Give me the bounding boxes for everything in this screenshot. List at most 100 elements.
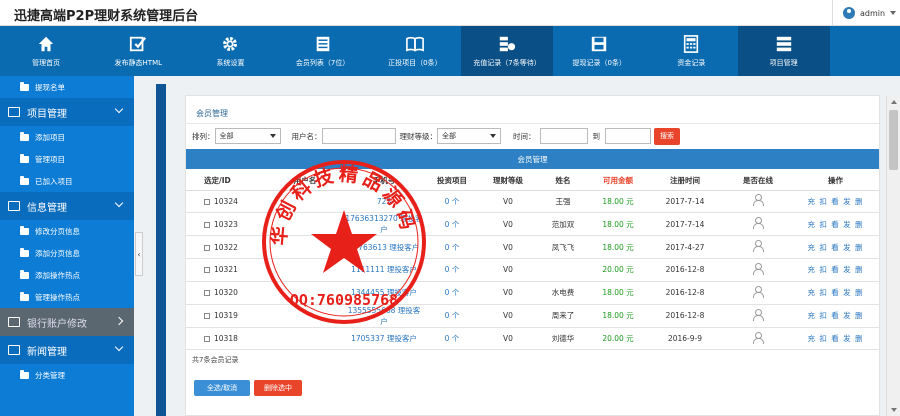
sort-select[interactable]: 全部 [214,128,281,144]
delete-selected-button[interactable]: 删除选中 [254,380,302,396]
cell-phone[interactable]: 1344455 理投客户 [344,281,424,305]
sidebar-group-label: 项目管理 [27,108,67,120]
sidebar-item-withdraw-list[interactable]: 提现名单 [0,76,134,98]
level-select[interactable]: 全部 [437,128,501,144]
sidebar-group-news[interactable]: 新闻管理 [0,336,134,364]
cell-phone[interactable]: 1355555668 理投客户 [344,304,424,328]
sidebar-item-joined-project[interactable]: 已加入项目 [0,170,134,192]
chevron-down-icon [490,134,496,138]
cell-phone[interactable]: 723 [344,190,424,214]
cell-online [724,327,792,351]
page-scrollbar[interactable] [886,96,900,416]
offline-user-icon [753,240,764,253]
scroll-thumb[interactable] [889,110,898,170]
nav-withdraw[interactable]: 提现记录（0条） [553,26,645,76]
folder-icon [20,247,29,257]
sidebar-item-add-page[interactable]: 添加分页信息 [0,242,134,264]
cell-invest[interactable]: 0 个 [424,281,480,305]
sidebar-item-add-hotspot[interactable]: 添加操作热点 [0,264,134,286]
cell-actions[interactable]: 充 扣 看 发 删 [792,258,879,282]
nav-projects[interactable]: 正投项目（0条） [369,26,461,76]
cell-actions[interactable]: 充 扣 看 发 删 [792,235,879,260]
sidebar-item-add-project[interactable]: 添加项目 [0,126,134,148]
member-id: 10323 [214,219,238,229]
cell-invest[interactable]: 0 个 [424,212,480,237]
sidebar-item-label: 管理项目 [35,154,65,164]
offline-user-icon [753,194,764,207]
sidebar-collapse-toggle[interactable]: ‹ [135,232,143,276]
cell-balance: 20.00 元 [590,258,646,282]
nav-label: 资金记录 [677,58,706,67]
cell-balance: 18.00 元 [590,190,646,214]
search-button[interactable]: 搜索 [654,127,680,145]
cell-invest[interactable]: 0 个 [424,304,480,328]
cell-invest[interactable]: 0 个 [424,327,480,351]
cell-balance: 18.00 元 [590,212,646,237]
table-title-bar: 会员管理 [186,149,879,169]
nav-funds[interactable]: 资金记录 [645,26,737,76]
cell-invest[interactable]: 0 个 [424,258,480,282]
member-id: 10321 [214,265,238,275]
cell-actions[interactable]: 充 扣 看 发 删 [792,281,879,305]
nav-home[interactable]: 管理首页 [0,26,92,76]
member-table: 选定/ID 用户名 手机号 投资项目 理财等级 姓名 可用金额 注册时间 是否在… [186,172,879,351]
nav-publish-html[interactable]: 发布静态HTML [92,26,184,76]
nav-recharge[interactable]: 充值记录（7条等待） [460,26,554,76]
main-nav: 管理首页 发布静态HTML 系统设置 会员列表（7位） 正投项目（0条） 充值记… [0,26,900,76]
cell-actions[interactable]: 充 扣 看 发 删 [792,327,879,351]
sidebar-group-info[interactable]: 信息管理 [0,192,134,220]
row-checkbox[interactable] [204,267,210,274]
chevron-down-icon [269,134,276,138]
row-checkbox[interactable] [204,313,210,320]
start-date-input[interactable] [539,128,588,144]
user-menu[interactable]: admin [832,0,900,26]
folder-icon [20,81,29,91]
sidebar-item-manage-hotspot[interactable]: 管理操作热点 [0,286,134,308]
cell-phone[interactable]: 1705337 理投客户 [344,327,424,351]
row-checkbox[interactable] [204,290,210,297]
cell-actions[interactable]: 充 扣 看 发 删 [792,304,879,328]
end-date-input[interactable] [605,128,651,144]
nav-settings[interactable]: 系统设置 [184,26,276,76]
row-checkbox[interactable] [204,221,210,228]
cell-id: 10319 [186,304,266,328]
sidebar-item-label: 添加项目 [35,132,65,142]
scroll-down-icon[interactable] [891,408,897,412]
cell-invest[interactable]: 0 个 [424,235,480,260]
chevron-down-icon [890,11,897,15]
cell-phone[interactable]: 17636313270 理投客户 [344,212,424,237]
sidebar-group-projects[interactable]: 项目管理 [0,98,134,126]
cell-register-time: 2016-12-8 [646,258,724,282]
scroll-up-icon[interactable] [891,100,897,104]
record-summary: 共7条会员记录 [192,356,239,364]
cell-register-time: 2016-12-8 [646,281,724,305]
row-checkbox[interactable] [204,198,210,205]
row-checkbox[interactable] [204,336,210,343]
divider [186,123,879,124]
app-title: 迅捷高端P2P理财系统管理后台 [14,9,199,24]
sidebar-group-bank[interactable]: 银行账户修改 [0,308,134,336]
member-id: 10324 [214,196,238,206]
cell-actions[interactable]: 充 扣 看 发 删 [792,212,879,237]
sidebar-item-category[interactable]: 分类管理 [0,364,134,386]
sidebar-item-edit-page[interactable]: 修改分页信息 [0,220,134,242]
cell-phone[interactable]: 1111111 理投客户 [344,258,424,282]
chevron-right-icon [114,316,124,326]
select-all-button[interactable]: 全选/取消 [194,380,250,396]
row-checkbox[interactable] [204,244,210,251]
nav-spacer [829,26,900,76]
sidebar-item-manage-project[interactable]: 管理项目 [0,148,134,170]
cell-username [266,190,344,214]
nav-label: 正投项目（0条） [388,58,442,67]
table-row: 10321 1111111 理投客户 0 个 V0 20.00 元 2016-12-8 充 … [186,258,879,282]
cell-actions[interactable]: 充 扣 看 发 删 [792,190,879,214]
monitor-icon [8,107,20,117]
username-input[interactable] [321,128,396,144]
chevron-down-icon [114,104,124,114]
cell-phone[interactable]: 17763613 理投客户 [344,235,424,260]
nav-project-management[interactable]: 项目管理 [737,26,830,76]
cell-invest[interactable]: 0 个 [424,190,480,214]
sidebar-group-label: 新闻管理 [27,346,67,358]
nav-member-list[interactable]: 会员列表（7位） [277,26,369,76]
col-select-id: 选定/ID [186,172,266,191]
